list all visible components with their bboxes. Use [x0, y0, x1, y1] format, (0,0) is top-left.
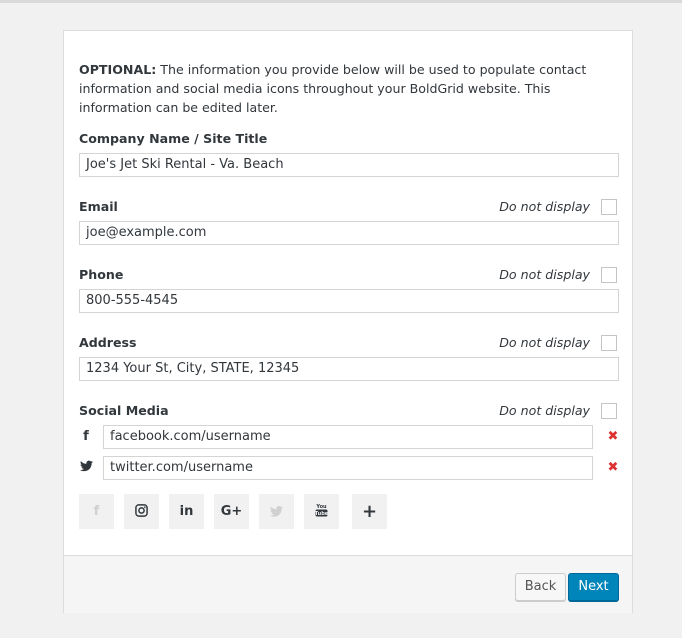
- add-youtube-button[interactable]: You Tube: [304, 494, 339, 529]
- social-do-not-display-label: Do not display: [499, 403, 590, 418]
- address-input[interactable]: 1234 Your St, City, STATE, 12345: [79, 357, 619, 381]
- address-do-not-display-label: Do not display: [499, 335, 590, 350]
- plus-icon: +: [361, 501, 378, 522]
- phone-input[interactable]: 800-555-4545: [79, 289, 619, 313]
- add-linkedin-button[interactable]: in: [169, 494, 204, 529]
- facebook-icon: f: [93, 504, 100, 519]
- add-google-plus-button[interactable]: G+: [214, 494, 249, 529]
- email-do-not-display-checkbox[interactable]: [601, 199, 617, 215]
- social-row-twitter: twitter.com/username ✖: [79, 456, 619, 480]
- phone-label: Phone: [79, 267, 124, 282]
- google-plus-icon: G+: [220, 504, 243, 519]
- add-instagram-button[interactable]: [124, 494, 159, 529]
- youtube-icon: You Tube: [315, 502, 329, 521]
- next-button[interactable]: Next: [568, 573, 619, 601]
- social-row-facebook: f facebook.com/username ✖: [79, 425, 619, 449]
- svg-text:You: You: [315, 504, 327, 510]
- twitter-url-input[interactable]: twitter.com/username: [103, 456, 593, 480]
- linkedin-icon: in: [179, 504, 194, 519]
- back-button[interactable]: Back: [515, 573, 566, 601]
- phone-do-not-display-checkbox[interactable]: [601, 267, 617, 283]
- address-do-not-display-checkbox[interactable]: [601, 335, 617, 351]
- email-label: Email: [79, 199, 118, 214]
- add-twitter-button[interactable]: [259, 494, 294, 529]
- delete-facebook-icon[interactable]: ✖: [607, 429, 619, 444]
- twitter-icon: [270, 502, 283, 521]
- social-media-label: Social Media: [79, 403, 169, 418]
- twitter-icon: [79, 460, 93, 476]
- svg-text:Tube: Tube: [315, 511, 328, 517]
- add-facebook-button[interactable]: f: [79, 494, 114, 529]
- email-input[interactable]: joe@example.com: [79, 221, 619, 245]
- address-label: Address: [79, 335, 137, 350]
- facebook-url-input[interactable]: facebook.com/username: [103, 425, 593, 449]
- delete-twitter-icon[interactable]: ✖: [607, 460, 619, 475]
- optional-label: OPTIONAL:: [79, 62, 157, 77]
- intro-description: The information you provide below will b…: [79, 62, 587, 115]
- phone-do-not-display-label: Do not display: [499, 267, 590, 282]
- company-label: Company Name / Site Title: [79, 131, 268, 146]
- footer-bar: Back Next: [64, 555, 632, 613]
- contact-info-card: OPTIONAL: The information you provide be…: [63, 30, 633, 613]
- add-social-button[interactable]: +: [352, 494, 387, 529]
- top-border: [0, 0, 682, 3]
- facebook-icon: f: [83, 429, 89, 444]
- social-do-not-display-checkbox[interactable]: [601, 403, 617, 419]
- instagram-icon: [135, 502, 148, 521]
- email-do-not-display-label: Do not display: [499, 199, 590, 214]
- intro-text: OPTIONAL: The information you provide be…: [79, 60, 624, 117]
- company-name-input[interactable]: Joe's Jet Ski Rental - Va. Beach: [79, 153, 619, 177]
